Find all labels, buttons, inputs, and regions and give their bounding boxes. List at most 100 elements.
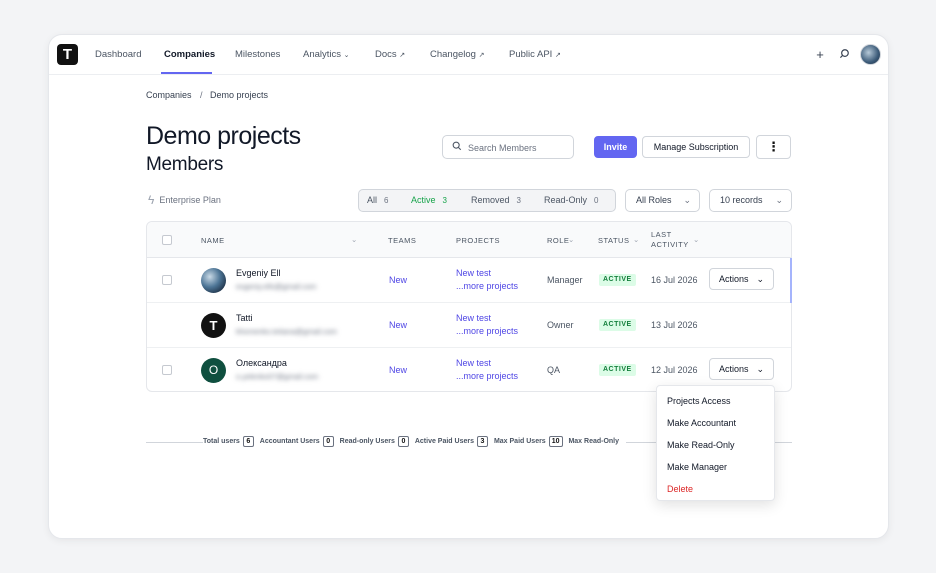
search-input[interactable] xyxy=(468,140,568,155)
sort-icon[interactable]: ⌄ xyxy=(693,235,700,244)
stat-accountant-users: Accountant Users 0 xyxy=(260,436,334,447)
user-avatar[interactable] xyxy=(860,44,881,65)
filter-read-only-label: Read-Only xyxy=(544,195,588,205)
member-email: o.yelenko07@gmail.com xyxy=(236,372,319,381)
more-options-button[interactable]: ⋮ xyxy=(756,135,791,159)
last-activity: 13 Jul 2026 xyxy=(651,320,698,330)
member-name: Олександра xyxy=(236,358,287,368)
avatar: O xyxy=(201,358,226,383)
nav-docs-label: Docs xyxy=(375,49,397,60)
invite-button[interactable]: Invite xyxy=(594,136,637,158)
stat-label: Active Paid Users xyxy=(414,438,474,445)
nav-analytics[interactable]: Analytics ⌄ xyxy=(303,35,350,75)
menu-make-accountant[interactable]: Make Accountant xyxy=(667,418,736,428)
member-name: Tatti xyxy=(236,313,253,323)
more-projects-link[interactable]: ...more projects xyxy=(456,326,518,336)
search-icon xyxy=(452,141,462,154)
status-filter-group: All 6 Active 3 Removed 3 Read-Only 0 xyxy=(358,189,616,212)
menu-projects-access[interactable]: Projects Access xyxy=(667,396,731,406)
status-badge: ACTIVE xyxy=(599,364,636,376)
header-name[interactable]: NAME xyxy=(201,236,225,245)
team-link[interactable]: New xyxy=(389,320,407,330)
members-table: NAME ⌄ TEAMS PROJECTS ROLE ⌄ STATUS ⌄ LA… xyxy=(146,221,792,392)
filter-active[interactable]: Active 3 xyxy=(411,190,447,211)
filter-removed[interactable]: Removed 3 xyxy=(471,190,521,211)
more-projects-link[interactable]: ...more projects xyxy=(456,281,518,291)
menu-delete[interactable]: Delete xyxy=(667,484,693,494)
stat-label: Accountant Users xyxy=(259,438,320,445)
page-subtitle: Members xyxy=(146,154,224,175)
sort-icon[interactable]: ⌄ xyxy=(568,235,575,244)
chevron-down-icon: ⌄ xyxy=(756,364,764,374)
row-hover-indicator xyxy=(790,258,792,303)
search-icon[interactable] xyxy=(835,46,853,64)
nav-docs[interactable]: Docs ↗ xyxy=(375,35,405,75)
table-row[interactable]: Evgeniy Ell evgeniy.ells@gmail.com New N… xyxy=(147,258,792,303)
actions-label: Actions xyxy=(719,274,749,284)
table-row[interactable]: T Tatti khomenko.tetiana@gmail.com New N… xyxy=(147,303,791,348)
header-last-activity-2[interactable]: ACTIVITY xyxy=(651,240,689,249)
actions-button[interactable]: Actions ⌄ xyxy=(709,268,774,290)
breadcrumb-separator: / xyxy=(200,90,203,100)
menu-make-read-only[interactable]: Make Read-Only xyxy=(667,440,735,450)
app-logo[interactable]: T xyxy=(57,44,78,65)
stat-max-read-only: Max Read-Only xyxy=(568,438,619,445)
plus-icon[interactable]: + xyxy=(811,46,829,64)
team-link[interactable]: New xyxy=(389,275,407,285)
nav-companies[interactable]: Companies xyxy=(164,35,215,75)
team-link[interactable]: New xyxy=(389,365,407,375)
stat-label: Max Read-Only xyxy=(568,438,620,445)
top-nav: T Dashboard Companies Milestones Analyti… xyxy=(49,35,888,75)
lightning-icon: ϟ xyxy=(148,193,155,207)
breadcrumb-current: Demo projects xyxy=(210,90,269,100)
nav-dashboard[interactable]: Dashboard xyxy=(95,35,141,75)
chevron-down-icon: ⌄ xyxy=(683,195,691,205)
avatar xyxy=(201,268,226,293)
table-header: NAME ⌄ TEAMS PROJECTS ROLE ⌄ STATUS ⌄ LA… xyxy=(147,222,791,258)
breadcrumb-companies[interactable]: Companies xyxy=(146,90,192,100)
stat-total-users: Total users 6 xyxy=(203,436,254,447)
filter-all[interactable]: All 6 xyxy=(367,190,388,211)
header-last-activity-1[interactable]: LAST xyxy=(651,230,672,239)
stat-label: Read-only Users xyxy=(339,438,395,445)
nav-public-api[interactable]: Public API ↗ xyxy=(509,35,561,75)
sort-icon[interactable]: ⌄ xyxy=(633,235,640,244)
external-link-icon: ↗ xyxy=(478,52,485,59)
actions-button[interactable]: Actions ⌄ xyxy=(709,358,774,380)
stat-value: 3 xyxy=(477,436,488,447)
header-role[interactable]: ROLE xyxy=(547,236,569,245)
last-activity: 12 Jul 2026 xyxy=(651,365,698,375)
chevron-down-icon: ⌄ xyxy=(756,274,764,284)
nav-public-api-label: Public API xyxy=(509,49,553,60)
external-link-icon: ↗ xyxy=(554,52,561,59)
row-checkbox[interactable] xyxy=(162,275,172,285)
nav-changelog[interactable]: Changelog ↗ xyxy=(430,35,484,75)
project-link[interactable]: New test xyxy=(456,268,491,278)
filter-read-only[interactable]: Read-Only 0 xyxy=(544,190,598,211)
row-checkbox[interactable] xyxy=(162,365,172,375)
project-link[interactable]: New test xyxy=(456,313,491,323)
active-tab-indicator xyxy=(161,72,212,74)
external-link-icon: ↗ xyxy=(399,52,406,59)
records-dropdown[interactable]: 10 records ⌄ xyxy=(709,189,792,212)
filter-read-only-count: 0 xyxy=(594,196,599,205)
status-badge: ACTIVE xyxy=(599,319,636,331)
project-link[interactable]: New test xyxy=(456,358,491,368)
manage-subscription-button[interactable]: Manage Subscription xyxy=(642,136,750,158)
member-role: Manager xyxy=(547,275,583,285)
actions-menu: Projects Access Make Accountant Make Rea… xyxy=(656,385,775,501)
search-box[interactable] xyxy=(442,135,574,159)
more-projects-link[interactable]: ...more projects xyxy=(456,371,518,381)
sort-icon[interactable]: ⌄ xyxy=(351,235,358,244)
menu-make-manager[interactable]: Make Manager xyxy=(667,462,727,472)
filter-active-count: 3 xyxy=(442,196,447,205)
stat-value: 6 xyxy=(242,436,254,447)
nav-milestones[interactable]: Milestones xyxy=(235,35,280,75)
chevron-down-icon: ⌄ xyxy=(343,52,350,59)
select-all-checkbox[interactable] xyxy=(162,235,172,245)
header-status[interactable]: STATUS xyxy=(598,236,629,245)
status-badge: ACTIVE xyxy=(599,274,636,286)
roles-dropdown[interactable]: All Roles ⌄ xyxy=(625,189,700,212)
stat-value: 10 xyxy=(548,436,563,447)
plan-text: Enterprise Plan xyxy=(159,195,221,205)
